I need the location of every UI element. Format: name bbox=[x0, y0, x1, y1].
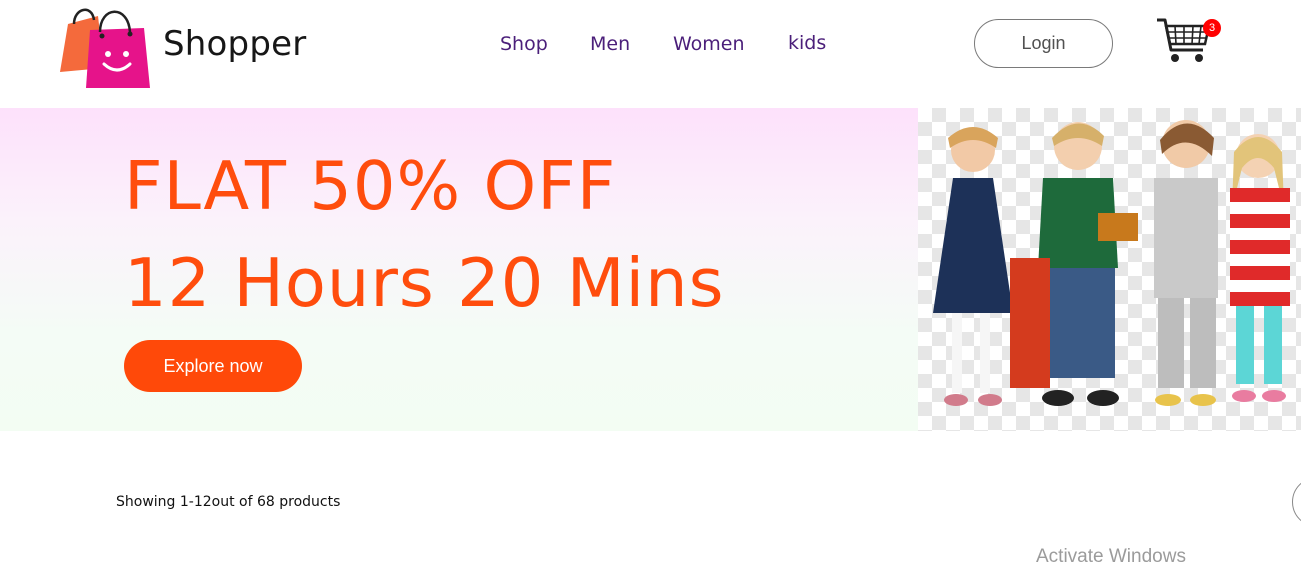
brand-name[interactable]: Shopper bbox=[163, 24, 306, 64]
shopping-cart-icon[interactable] bbox=[1155, 16, 1211, 66]
navbar: Shopper Shop Men Women kids Login 3 bbox=[0, 0, 1301, 108]
hero-offer-text: FLAT 50% OFF bbox=[124, 147, 617, 225]
nav-link-kids[interactable]: kids bbox=[788, 32, 826, 54]
hero-timer-text: 12 Hours 20 Mins bbox=[124, 244, 725, 322]
nav-link-men[interactable]: Men bbox=[590, 33, 630, 55]
shopping-bags-logo-icon[interactable] bbox=[56, 2, 152, 90]
nav-link-shop[interactable]: Shop bbox=[500, 33, 548, 55]
login-button[interactable]: Login bbox=[974, 19, 1113, 68]
explore-now-button[interactable]: Explore now bbox=[124, 340, 302, 392]
activate-windows-watermark: Activate Windows bbox=[1036, 546, 1186, 567]
kids-hero-image bbox=[918, 108, 1301, 431]
cart-count-badge: 3 bbox=[1203, 19, 1221, 37]
kids-illustration bbox=[933, 120, 1290, 406]
product-count-text: Showing 1-12out of 68 products bbox=[116, 494, 341, 510]
sort-dropdown[interactable] bbox=[1292, 477, 1301, 527]
nav-link-women[interactable]: Women bbox=[673, 33, 745, 55]
